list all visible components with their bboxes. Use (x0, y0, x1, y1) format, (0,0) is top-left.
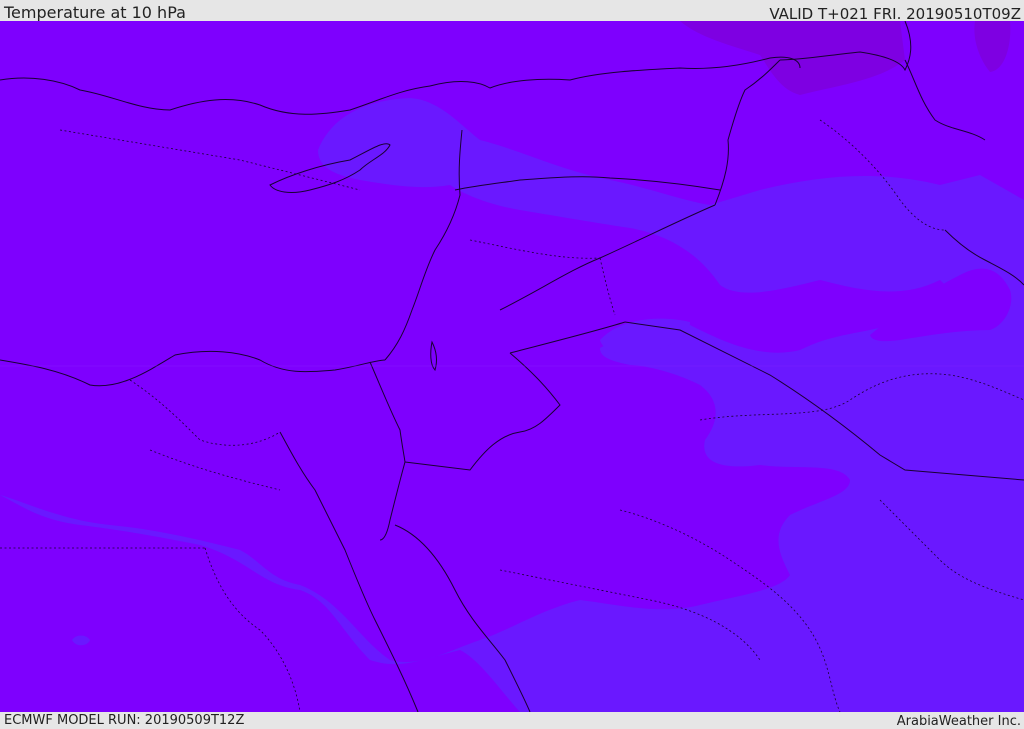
footer-bar: ECMWF MODEL RUN: 20190509T12Z ArabiaWeat… (0, 712, 1024, 729)
map-panel[interactable] (0, 21, 1024, 712)
model-run: ECMWF MODEL RUN: 20190509T12Z (4, 713, 245, 728)
temperature-map (0, 21, 1024, 712)
credit-text: ArabiaWeather Inc. (896, 714, 1021, 729)
map-title: Temperature at 10 hPa (4, 3, 186, 22)
header-bar: Temperature at 10 hPa VALID T+021 FRI. 2… (0, 0, 1024, 23)
